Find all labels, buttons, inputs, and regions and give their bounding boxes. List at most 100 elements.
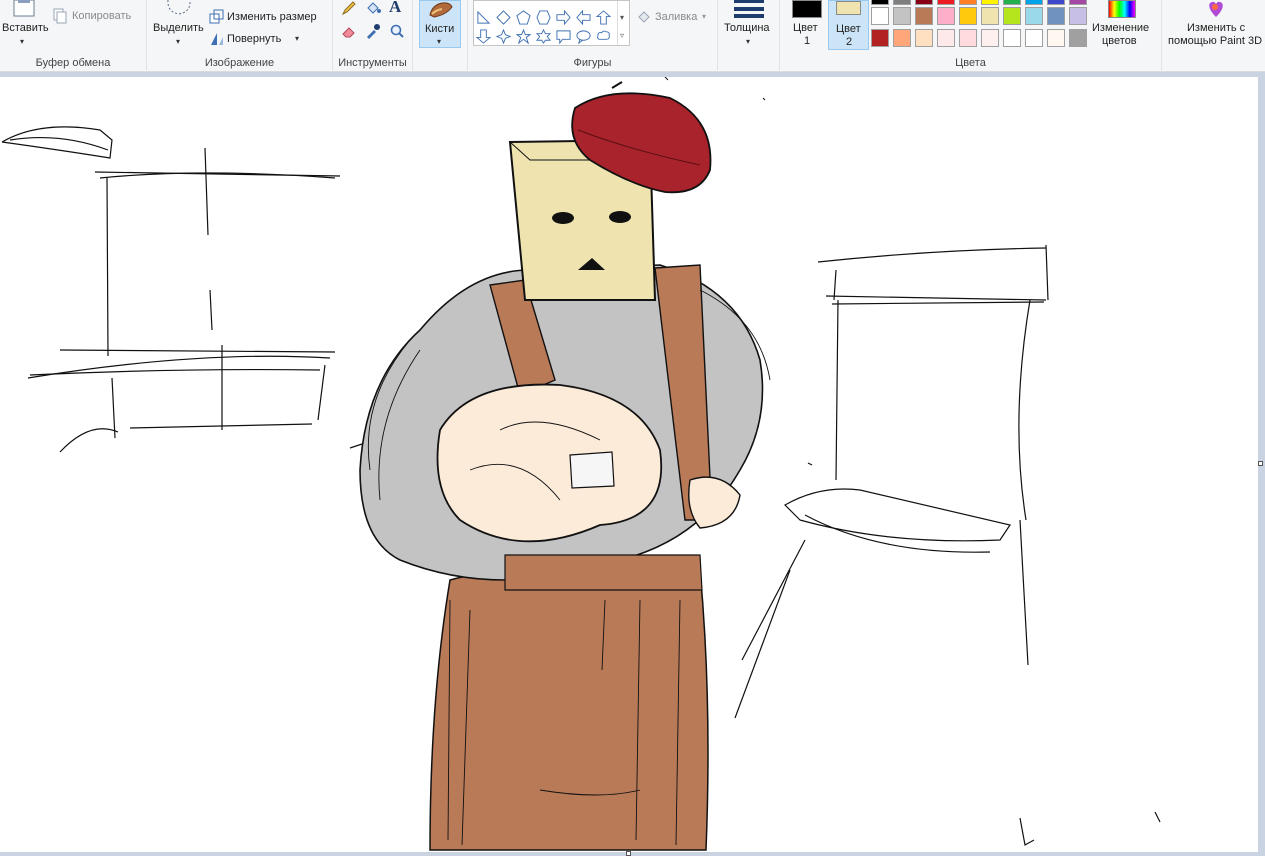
drawing-canvas[interactable] [0, 77, 1258, 852]
four-point-star-shape-icon[interactable] [496, 29, 511, 44]
select-label: Выделить [153, 22, 204, 34]
size-label: Толщина [724, 22, 770, 34]
color1-label: Цвет [793, 22, 818, 34]
palette-swatch[interactable] [871, 29, 889, 47]
resize-button[interactable]: Изменить размер [209, 9, 329, 27]
palette-swatch[interactable] [981, 7, 999, 25]
size-button[interactable]: Толщина ▾ [722, 0, 776, 50]
color1-num: 1 [804, 35, 811, 47]
palette-swatch[interactable] [871, 0, 889, 5]
left-arrow-shape-icon[interactable] [576, 10, 591, 25]
magnifier-icon[interactable] [389, 23, 405, 39]
chevron-down-icon: ▾ [437, 37, 442, 46]
palette-swatch[interactable] [937, 29, 955, 47]
rect-callout-shape-icon[interactable] [556, 29, 571, 44]
edit-colors-label-1: Изменение [1092, 22, 1150, 34]
sketch-drawing [1, 77, 1161, 851]
color2-num: 2 [846, 36, 853, 48]
rainbow-icon [1108, 0, 1136, 18]
five-point-star-shape-icon[interactable] [516, 29, 531, 44]
palette-swatch[interactable] [1003, 7, 1021, 25]
shapes-gallery: ▾ ▿ [473, 0, 630, 46]
palette-swatch[interactable] [1069, 0, 1087, 5]
right-arrow-shape-icon[interactable] [556, 10, 571, 25]
palette-swatch[interactable] [1025, 0, 1043, 5]
right-triangle-shape-icon[interactable] [476, 10, 491, 25]
resize-icon [209, 9, 224, 24]
palette-swatch[interactable] [1047, 7, 1065, 25]
palette-swatch[interactable] [959, 29, 977, 47]
palette-swatch[interactable] [915, 0, 933, 5]
down-arrow-shape-icon[interactable] [476, 29, 491, 44]
rotate-icon [211, 33, 223, 45]
line-thickness-icon [734, 0, 764, 18]
copy-icon [53, 8, 67, 24]
canvas-resize-handle-bottom[interactable] [626, 851, 631, 856]
paint3d-label-1: Изменить с [1187, 22, 1246, 34]
pencil-icon[interactable] [341, 0, 357, 16]
palette-swatch[interactable] [871, 7, 889, 25]
fill-icon [638, 11, 650, 23]
brush-icon [429, 2, 453, 18]
canvas-area [0, 73, 1265, 856]
diamond-shape-icon[interactable] [496, 10, 511, 25]
copy-label: Копировать [72, 10, 132, 22]
rotate-button[interactable]: Повернуть ▾ [209, 31, 309, 49]
palette-swatch[interactable] [893, 29, 911, 47]
pentagon-shape-icon[interactable] [516, 10, 531, 25]
paste-icon [13, 0, 35, 17]
color-picker-icon[interactable] [365, 23, 381, 39]
up-arrow-shape-icon[interactable] [596, 10, 611, 25]
palette-swatch[interactable] [981, 0, 999, 5]
palette-swatch[interactable] [893, 0, 911, 5]
palette-swatch[interactable] [915, 7, 933, 25]
cloud-callout-shape-icon[interactable] [596, 29, 611, 44]
color1-button[interactable]: Цвет 1 [786, 0, 826, 50]
shapes-group-label: Фигуры [573, 57, 612, 69]
palette-swatch[interactable] [1047, 29, 1065, 47]
palette-swatch[interactable] [959, 7, 977, 25]
paint3d-button[interactable]: Изменить с помощью Paint 3D [1162, 0, 1265, 50]
palette-swatch[interactable] [915, 29, 933, 47]
palette-swatch[interactable] [1025, 7, 1043, 25]
palette-swatch[interactable] [937, 0, 955, 5]
text-tool-icon[interactable]: A [389, 0, 401, 17]
palette-swatch[interactable] [981, 29, 999, 47]
palette-swatch[interactable] [937, 7, 955, 25]
clipboard-group: Вставить ▾ Копировать Буфер обмена [0, 0, 147, 72]
palette-swatch[interactable] [959, 0, 977, 5]
six-point-star-shape-icon[interactable] [536, 29, 551, 44]
oval-callout-shape-icon[interactable] [576, 29, 591, 44]
palette-swatch[interactable] [893, 7, 911, 25]
paste-button[interactable]: Вставить ▾ [0, 0, 50, 50]
eraser-icon[interactable] [341, 23, 357, 39]
edit-colors-label-2: цветов [1102, 35, 1137, 47]
ribbon: Вставить ▾ Копировать Буфер обмена Выдел… [0, 0, 1265, 72]
brushes-button[interactable]: Кисти ▾ [419, 0, 461, 48]
color2-label: Цвет [836, 23, 861, 35]
palette-swatch[interactable] [1003, 29, 1021, 47]
chevron-down-icon: ▾ [620, 13, 625, 22]
image-group: Выделить ▾ Изменить размер Повернуть ▾ И… [147, 0, 333, 72]
palette-swatch[interactable] [1069, 29, 1087, 47]
chevron-down-icon: ▾ [746, 37, 751, 46]
copy-button[interactable]: Копировать [52, 8, 142, 26]
colors-group-label: Цвета [955, 57, 986, 69]
canvas-resize-handle-right[interactable] [1258, 461, 1263, 466]
palette-swatch[interactable] [1003, 0, 1021, 5]
edit-colors-button[interactable]: Изменение цветов [1090, 0, 1154, 50]
tools-group: A Инструменты [333, 0, 413, 72]
size-group: Толщина ▾ [718, 0, 780, 72]
palette-swatch[interactable] [1069, 7, 1087, 25]
palette-swatch[interactable] [1047, 0, 1065, 5]
color2-button[interactable]: Цвет 2 [828, 0, 869, 50]
paint3d-label-2: помощью Paint 3D [1168, 35, 1263, 47]
fill-label: Заливка [655, 11, 698, 23]
paint3d-icon [1209, 1, 1223, 17]
palette-swatch[interactable] [1025, 29, 1043, 47]
hexagon-shape-icon[interactable] [536, 10, 551, 25]
shapes-scroll[interactable]: ▾ ▿ [617, 1, 629, 45]
fill-button[interactable]: Заливка ▾ [636, 9, 714, 27]
fill-bucket-icon[interactable] [365, 0, 381, 16]
select-button[interactable]: Выделить ▾ [151, 0, 207, 50]
